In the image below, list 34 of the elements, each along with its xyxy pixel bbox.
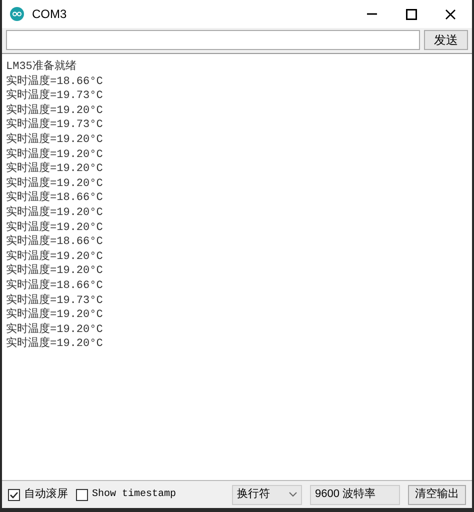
caret-icon — [289, 492, 297, 497]
autoscroll-checkbox[interactable] — [8, 488, 20, 500]
output-line: 实时温度=19.20°C — [6, 250, 103, 264]
output-line: 实时温度=19.20°C — [6, 176, 103, 190]
clear-output-button[interactable]: 清空输出 — [408, 484, 466, 504]
output-line: 实时温度=19.73°C — [6, 294, 103, 308]
output-line: 实时温度=19.20°C — [6, 104, 103, 118]
output-line: 实时温度=19.20°C — [6, 308, 103, 322]
send-button[interactable]: 发送 — [424, 30, 468, 50]
output-line: 实时温度=19.20°C — [6, 264, 103, 278]
output-line: 实时温度=19.20°C — [6, 162, 103, 176]
output-line: 实时温度=19.20°C — [6, 132, 103, 148]
timestamp-checkbox[interactable] — [76, 488, 88, 500]
output-line: 实时温度=18.66°C — [6, 74, 103, 88]
line-ending-dropdown[interactable]: 换行符 — [232, 484, 302, 504]
timestamp-label: Show timestamp — [92, 488, 176, 502]
output-line: 实时温度=19.20°C — [6, 220, 103, 234]
maximize-icon[interactable] — [406, 8, 417, 20]
window-title: COM3 — [32, 6, 67, 23]
input-field[interactable] — [6, 30, 420, 50]
output-line: 实时温度=18.66°C — [6, 235, 103, 250]
output-line: LM35准备就绪 — [6, 60, 76, 74]
output-line: 实时温度=19.20°C — [6, 148, 103, 162]
output-line: 实时温度=18.66°C — [6, 191, 103, 206]
baud-rate-dropdown[interactable]: 9600 波特率 — [310, 484, 400, 504]
autoscroll-label: 自动滚屏 — [24, 486, 68, 502]
app-logo-icon — [10, 7, 24, 21]
output-line: 实时温度=18.66°C — [6, 278, 103, 294]
output-line: 实时温度=19.20°C — [6, 206, 103, 220]
output-line: 实时温度=19.20°C — [6, 322, 103, 336]
output-line: 实时温度=19.73°C — [6, 118, 103, 132]
output-line: 实时温度=19.73°C — [6, 89, 103, 104]
output-line: 实时温度=19.20°C — [6, 337, 103, 352]
close-icon[interactable] — [445, 8, 456, 20]
